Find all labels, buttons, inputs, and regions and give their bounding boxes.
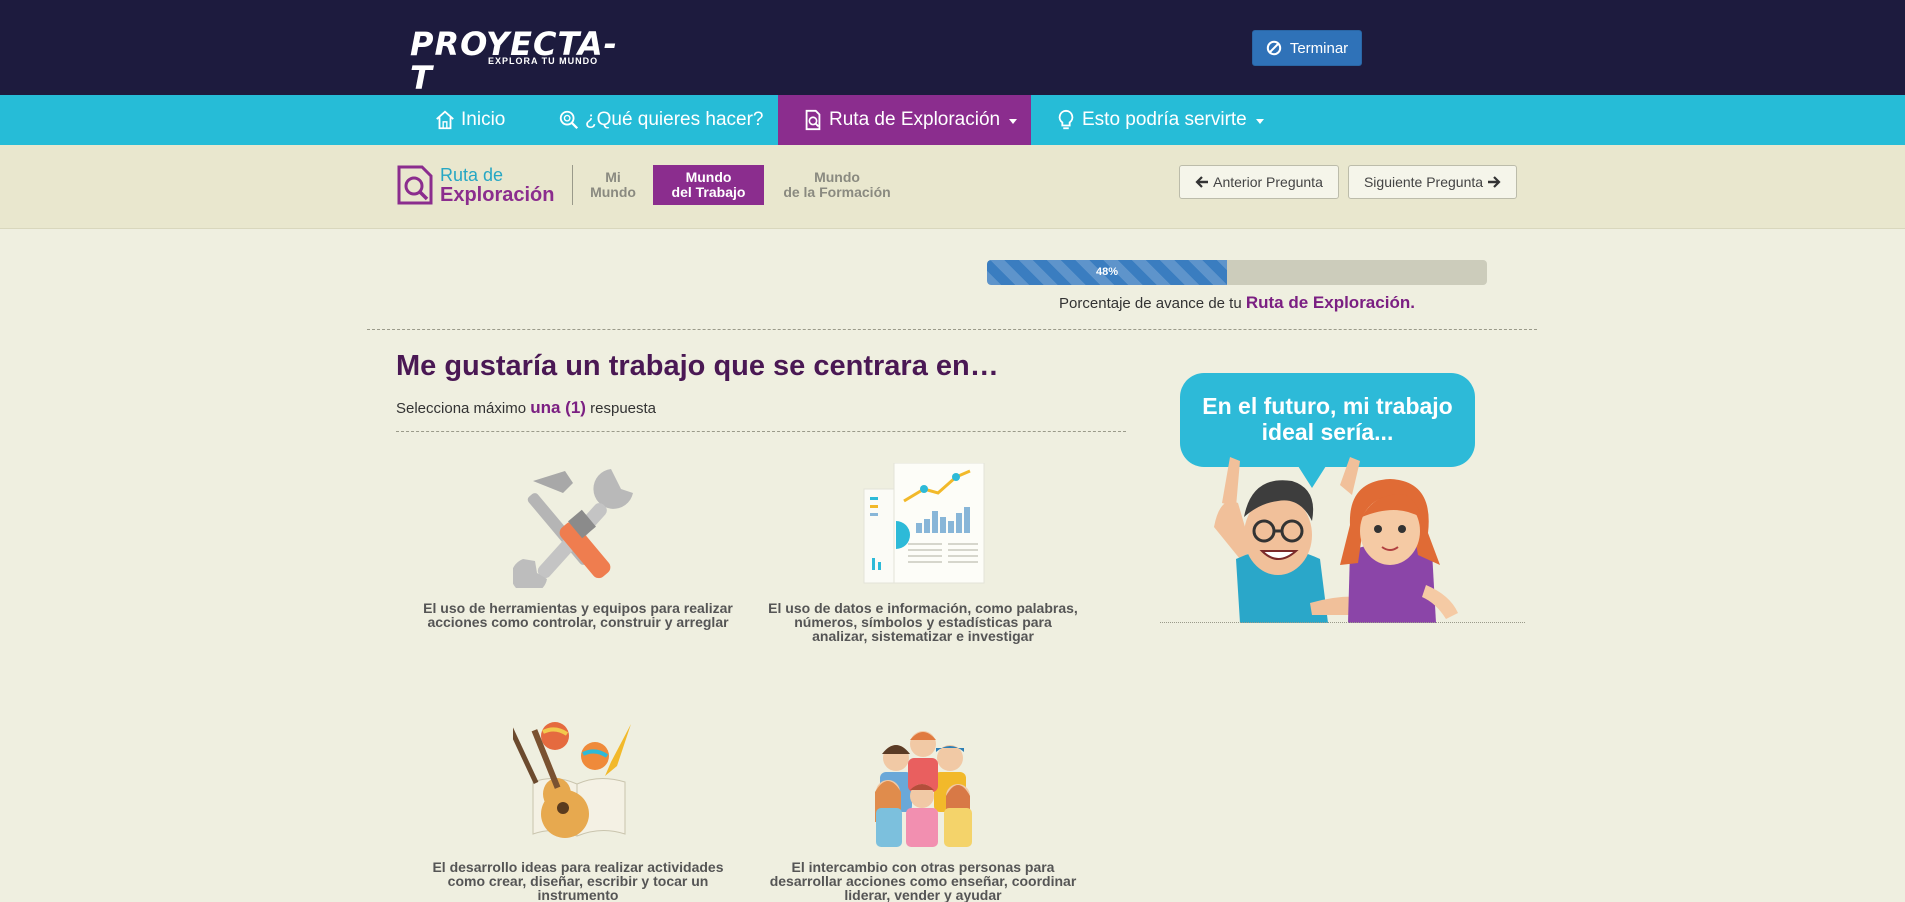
divider <box>396 431 1126 432</box>
step-line1: Mi <box>605 169 621 185</box>
chevron-down-icon <box>1255 118 1264 124</box>
arrow-left-icon <box>1195 176 1209 188</box>
option-text: El desarrollo ideas para realizar activi… <box>432 859 724 902</box>
nav-label: Ruta de Exploración <box>829 109 1001 130</box>
main-nav: Inicio ¿Qué quieres hacer? Ruta de Explo… <box>0 95 1905 145</box>
question-title: Me gustaría un trabajo que se centrara e… <box>396 350 999 382</box>
tools-icon <box>511 469 633 594</box>
step-line2: del Trabajo <box>671 184 746 200</box>
kids-illustration <box>1214 457 1458 623</box>
document-search-icon <box>397 165 433 205</box>
option-data[interactable]: El uso de datos e información, como pala… <box>768 462 1078 644</box>
previous-question-button[interactable]: Anterior Pregunta <box>1179 165 1339 199</box>
finish-label: Terminar <box>1289 39 1349 57</box>
nav-item-que-quieres-hacer[interactable]: ¿Qué quieres hacer? <box>558 95 764 145</box>
nav-item-esto-podria-servirte[interactable]: Esto podría servirte <box>1055 95 1264 145</box>
progress-percent: 48% <box>1095 266 1119 278</box>
divider <box>1160 622 1525 623</box>
option-text: El uso de herramientas y equipos para re… <box>423 600 733 630</box>
step-mundo-formacion[interactable]: Mundo de la Formación <box>772 165 902 205</box>
progress-caption-emphasis: Ruta de Exploración. <box>1245 293 1415 312</box>
speech-bubble: En el futuro, mi trabajo ideal sería... <box>1180 373 1475 467</box>
divider <box>367 329 1537 330</box>
option-art[interactable]: El desarrollo ideas para realizar activi… <box>423 722 733 902</box>
nav-item-inicio[interactable]: Inicio <box>434 95 505 145</box>
nav-item-ruta-exploracion[interactable]: Ruta de Exploración <box>778 95 1031 145</box>
ruta-line1: Ruta de <box>440 165 504 185</box>
step-line1: Mundo <box>685 169 732 185</box>
next-question-button[interactable]: Siguiente Pregunta <box>1348 165 1517 199</box>
chevron-down-icon <box>1009 118 1018 124</box>
data-charts-icon <box>863 462 985 584</box>
option-text: El intercambio con otras personas para d… <box>769 859 1077 902</box>
exploration-subbar: Ruta de Exploración Mi Mundo Mundo del T… <box>0 145 1905 229</box>
divider <box>572 165 573 205</box>
next-question-label: Siguiente Pregunta <box>1363 174 1484 190</box>
ban-icon <box>1266 40 1282 56</box>
art-music-icon <box>508 722 631 838</box>
home-icon <box>436 110 454 130</box>
option-people[interactable]: El intercambio con otras personas para d… <box>768 722 1078 902</box>
step-mundo-del-trabajo[interactable]: Mundo del Trabajo <box>653 165 764 205</box>
people-group-icon <box>875 731 972 847</box>
arrow-right-icon <box>1488 176 1501 188</box>
step-line2: de la Formación <box>783 184 891 200</box>
step-line1: Mundo <box>814 169 860 185</box>
document-search-icon <box>805 109 821 131</box>
logo-tagline: EXPLORA TU MUNDO <box>488 56 599 66</box>
top-header: PROYECTA-T EXPLORA TU MUNDO Terminar <box>0 0 1905 95</box>
lightbulb-icon <box>1058 109 1074 130</box>
nav-label: ¿Qué quieres hacer? <box>585 109 764 130</box>
finish-button[interactable]: Terminar <box>1252 30 1362 66</box>
progress-caption: Porcentaje de avance de tu Ruta de Explo… <box>987 293 1487 313</box>
progress-caption-text: Porcentaje de avance de tu <box>1059 295 1246 312</box>
instructions-suffix: respuesta <box>585 400 657 417</box>
option-text: El uso de datos e información, como pala… <box>768 600 1078 644</box>
step-mi-mundo[interactable]: Mi Mundo <box>582 165 644 205</box>
ruta-exploracion-logo: Ruta de Exploración <box>396 164 554 206</box>
nav-label: Inicio <box>461 109 506 130</box>
ruta-line2: Exploración <box>440 184 555 206</box>
progress-bar: 48% <box>987 260 1487 285</box>
nav-label: Esto podría servirte <box>1082 109 1247 130</box>
instructions-prefix: Selecciona máximo <box>396 400 531 417</box>
previous-question-label: Anterior Pregunta <box>1213 174 1323 190</box>
search-icon <box>559 110 579 130</box>
question-instructions: Selecciona máximo una (1) respuesta <box>396 398 656 418</box>
instructions-emphasis: una (1) <box>530 398 586 417</box>
option-tools[interactable]: El uso de herramientas y equipos para re… <box>423 463 733 629</box>
step-line2: Mundo <box>590 184 636 200</box>
proyectat-logo[interactable]: PROYECTA-T EXPLORA TU MUNDO <box>410 27 635 95</box>
